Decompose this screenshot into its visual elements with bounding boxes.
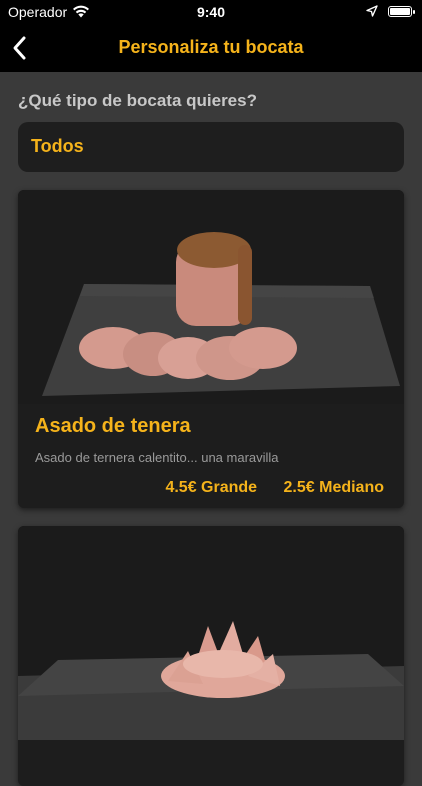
product-image-tuna	[18, 526, 404, 740]
product-card[interactable]: Asado de tenera Asado de ternera calenti…	[18, 190, 404, 508]
location-arrow-icon	[366, 5, 378, 17]
filter-selected-value: Todos	[31, 136, 84, 156]
price-large: 4.5€	[165, 479, 197, 496]
status-bar: Operador 9:40	[0, 0, 422, 24]
status-time: 9:40	[196, 4, 226, 20]
product-image-roast-veal	[18, 190, 404, 404]
product-prices: 4.5€ Grande 2.5€ Mediano	[143, 479, 384, 497]
product-card[interactable]	[18, 526, 404, 786]
product-description: Asado de ternera calentito... una maravi…	[35, 450, 279, 465]
page-title: Personaliza tu bocata	[118, 37, 304, 57]
product-name: Asado de tenera	[35, 415, 191, 437]
battery-icon	[388, 6, 415, 17]
price-medium: 2.5€	[283, 479, 315, 496]
size-medium-label: Mediano	[319, 479, 384, 496]
question-heading: ¿Qué tipo de bocata quieres?	[18, 91, 257, 110]
type-filter-selector[interactable]: Todos	[18, 122, 404, 172]
size-large-label: Grande	[201, 479, 258, 496]
nav-bar: Personaliza tu bocata	[0, 24, 422, 72]
